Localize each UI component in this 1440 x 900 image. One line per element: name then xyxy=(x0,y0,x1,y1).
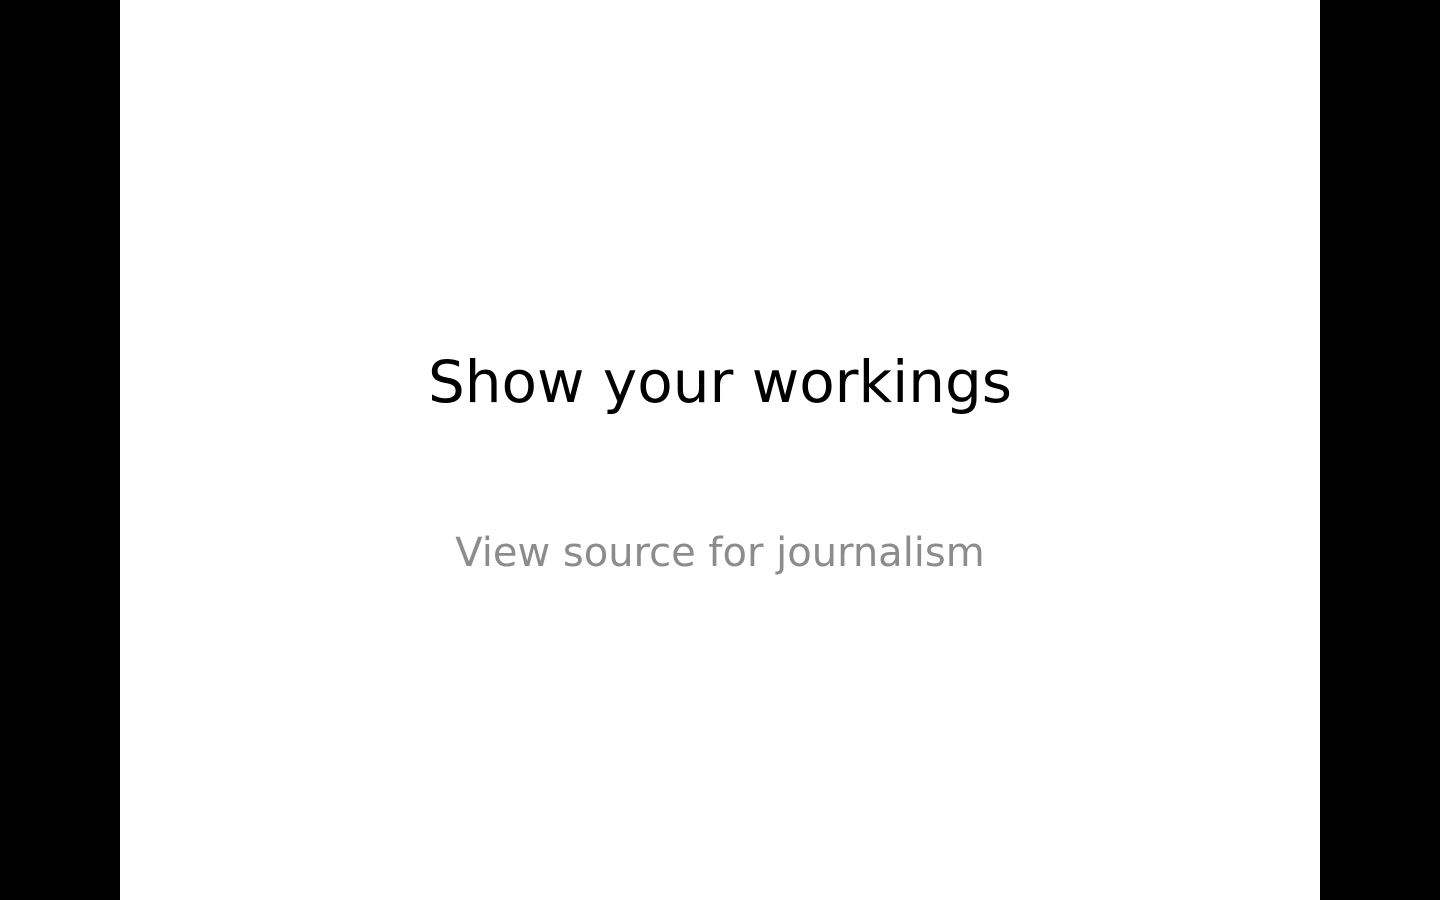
presentation-viewer: Show your workings View source for journ… xyxy=(0,0,1440,900)
slide-title: Show your workings xyxy=(427,348,1013,416)
title-slide[interactable]: Show your workings View source for journ… xyxy=(120,0,1320,900)
slide-subtitle: View source for journalism xyxy=(455,530,985,576)
